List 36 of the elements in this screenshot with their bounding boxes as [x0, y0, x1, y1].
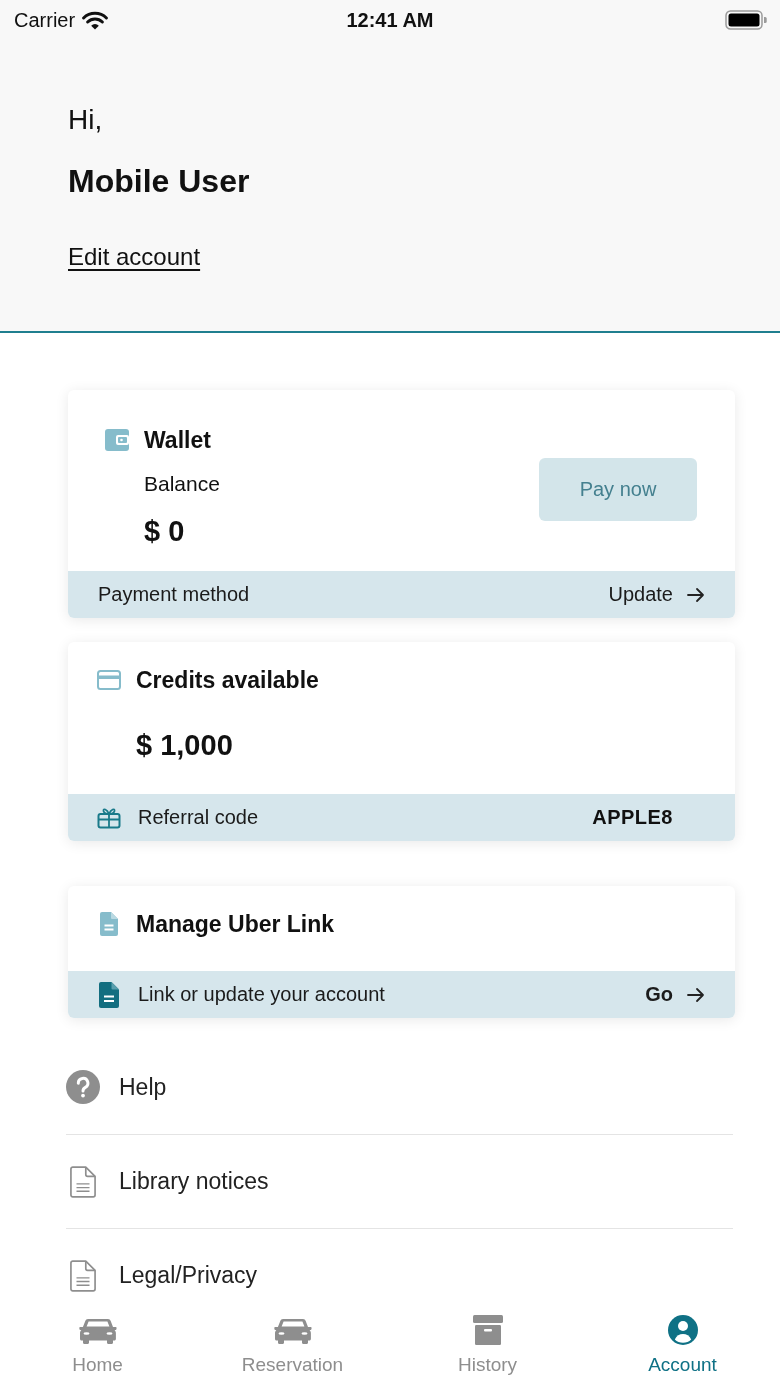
menu-item[interactable]: Help — [66, 1040, 733, 1134]
card-title: Wallet — [144, 426, 211, 454]
arrow-icon — [687, 586, 705, 603]
wifi-icon — [82, 10, 109, 30]
document-icon — [70, 1259, 96, 1292]
go-button[interactable]: Go — [645, 983, 705, 1006]
arrow-icon — [687, 986, 705, 1003]
credit-card-icon — [97, 670, 121, 690]
car-icon — [273, 1316, 312, 1344]
menu-item[interactable]: Library notices — [66, 1134, 733, 1228]
car-icon — [78, 1316, 117, 1344]
greeting: Hi, — [68, 103, 103, 137]
footer-label: Payment method — [98, 583, 250, 606]
document-icon — [100, 912, 118, 936]
archive-box-icon — [472, 1315, 503, 1345]
wallet-icon — [105, 429, 129, 451]
edit-account-link[interactable]: Edit account — [68, 242, 201, 272]
gift-icon — [97, 806, 121, 829]
document-icon — [99, 981, 119, 1008]
footer-label: Link or update your account — [138, 983, 385, 1006]
referral-code: APPLE8 — [592, 806, 673, 829]
card-title: Credits available — [136, 666, 319, 694]
footer-label: Referral code — [138, 806, 259, 829]
account-icon — [667, 1315, 698, 1345]
carrier-label: Carrier — [14, 8, 76, 32]
update-button[interactable]: Update — [608, 583, 705, 606]
tab-item[interactable]: Account — [585, 1300, 780, 1387]
balance-amount: $ 0 — [144, 514, 185, 548]
user-name: Mobile User — [68, 162, 250, 200]
battery-icon — [725, 10, 767, 30]
card-title: Manage Uber Link — [136, 910, 335, 938]
credits-amount: $ 1,000 — [136, 728, 233, 762]
clock-time: 12:41 AM — [346, 8, 434, 32]
document-icon — [70, 1165, 96, 1198]
help-icon — [66, 1070, 100, 1104]
balance-label: Balance — [144, 471, 220, 497]
